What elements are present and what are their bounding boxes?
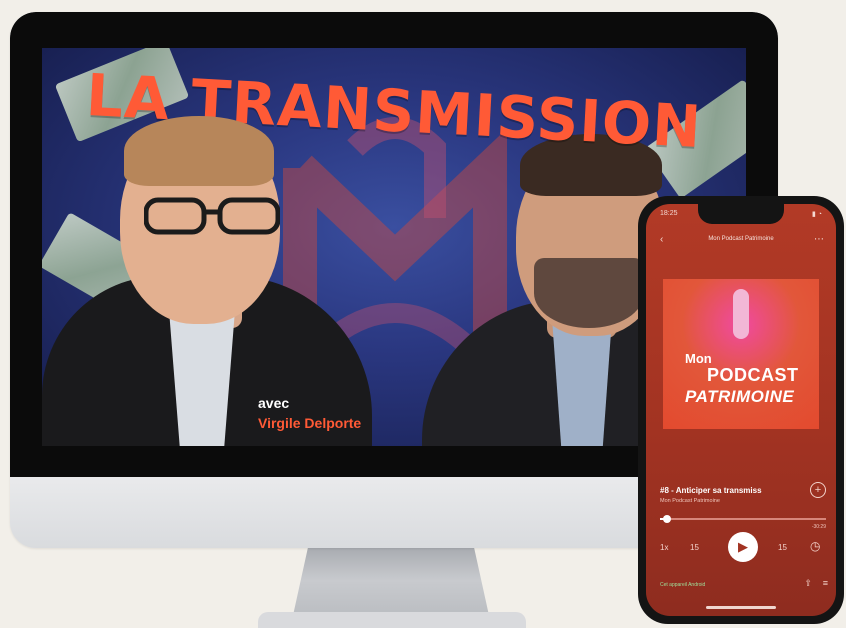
rewind-15-button[interactable]: 15 (690, 543, 699, 552)
podcast-player-screen: 18:25 ▮ ◔ ‹ Mon Podcast Patrimoine ⋯ Mon… (646, 204, 836, 616)
sleep-timer-icon[interactable]: ◷ (810, 539, 820, 553)
player-header-title: Mon Podcast Patrimoine (708, 236, 774, 242)
monitor-stand-base (258, 612, 526, 628)
episode-title: #8 - Anticiper sa transmiss (660, 486, 762, 495)
queue-icon[interactable]: ≡ (823, 578, 828, 588)
forward-15-button[interactable]: 15 (778, 543, 787, 552)
podcast-cover-art: Mon PODCAST PATRIMOINE (663, 279, 819, 429)
cover-line-1: Mon (685, 351, 712, 366)
show-name[interactable]: Mon Podcast Patrimoine (660, 498, 720, 504)
time-remaining: -30:29 (811, 524, 826, 530)
monitor-stand (292, 548, 490, 620)
status-icons: ▮ ◔ (811, 211, 822, 218)
connected-device-label[interactable]: Cet appareil Android (660, 582, 705, 588)
home-indicator (706, 606, 776, 609)
playback-progress-bar[interactable] (660, 515, 826, 523)
play-button[interactable]: ▶ (728, 532, 758, 562)
guest-right-beard (534, 258, 644, 328)
status-time: 18:25 (660, 210, 678, 217)
phone-notch (698, 204, 784, 224)
cover-line-2: PODCAST (707, 365, 799, 385)
glasses-icon (144, 197, 280, 235)
guest-left-hair (124, 116, 274, 186)
progress-knob[interactable] (662, 515, 671, 523)
share-icon[interactable]: ⇪ (804, 578, 812, 589)
back-chevron-icon[interactable]: ‹ (660, 234, 663, 245)
smartphone: 18:25 ▮ ◔ ‹ Mon Podcast Patrimoine ⋯ Mon… (638, 196, 844, 624)
more-options-icon[interactable]: ⋯ (814, 234, 824, 245)
add-to-library-button[interactable]: + (810, 482, 826, 498)
microphone-icon (733, 289, 749, 339)
thumbnail-caption-prefix: avec (258, 395, 290, 411)
cover-line-3: PATRIMOINE (685, 387, 795, 406)
thumbnail-guest-name: Virgile Delporte (258, 415, 362, 431)
playback-speed-button[interactable]: 1x (660, 543, 668, 552)
